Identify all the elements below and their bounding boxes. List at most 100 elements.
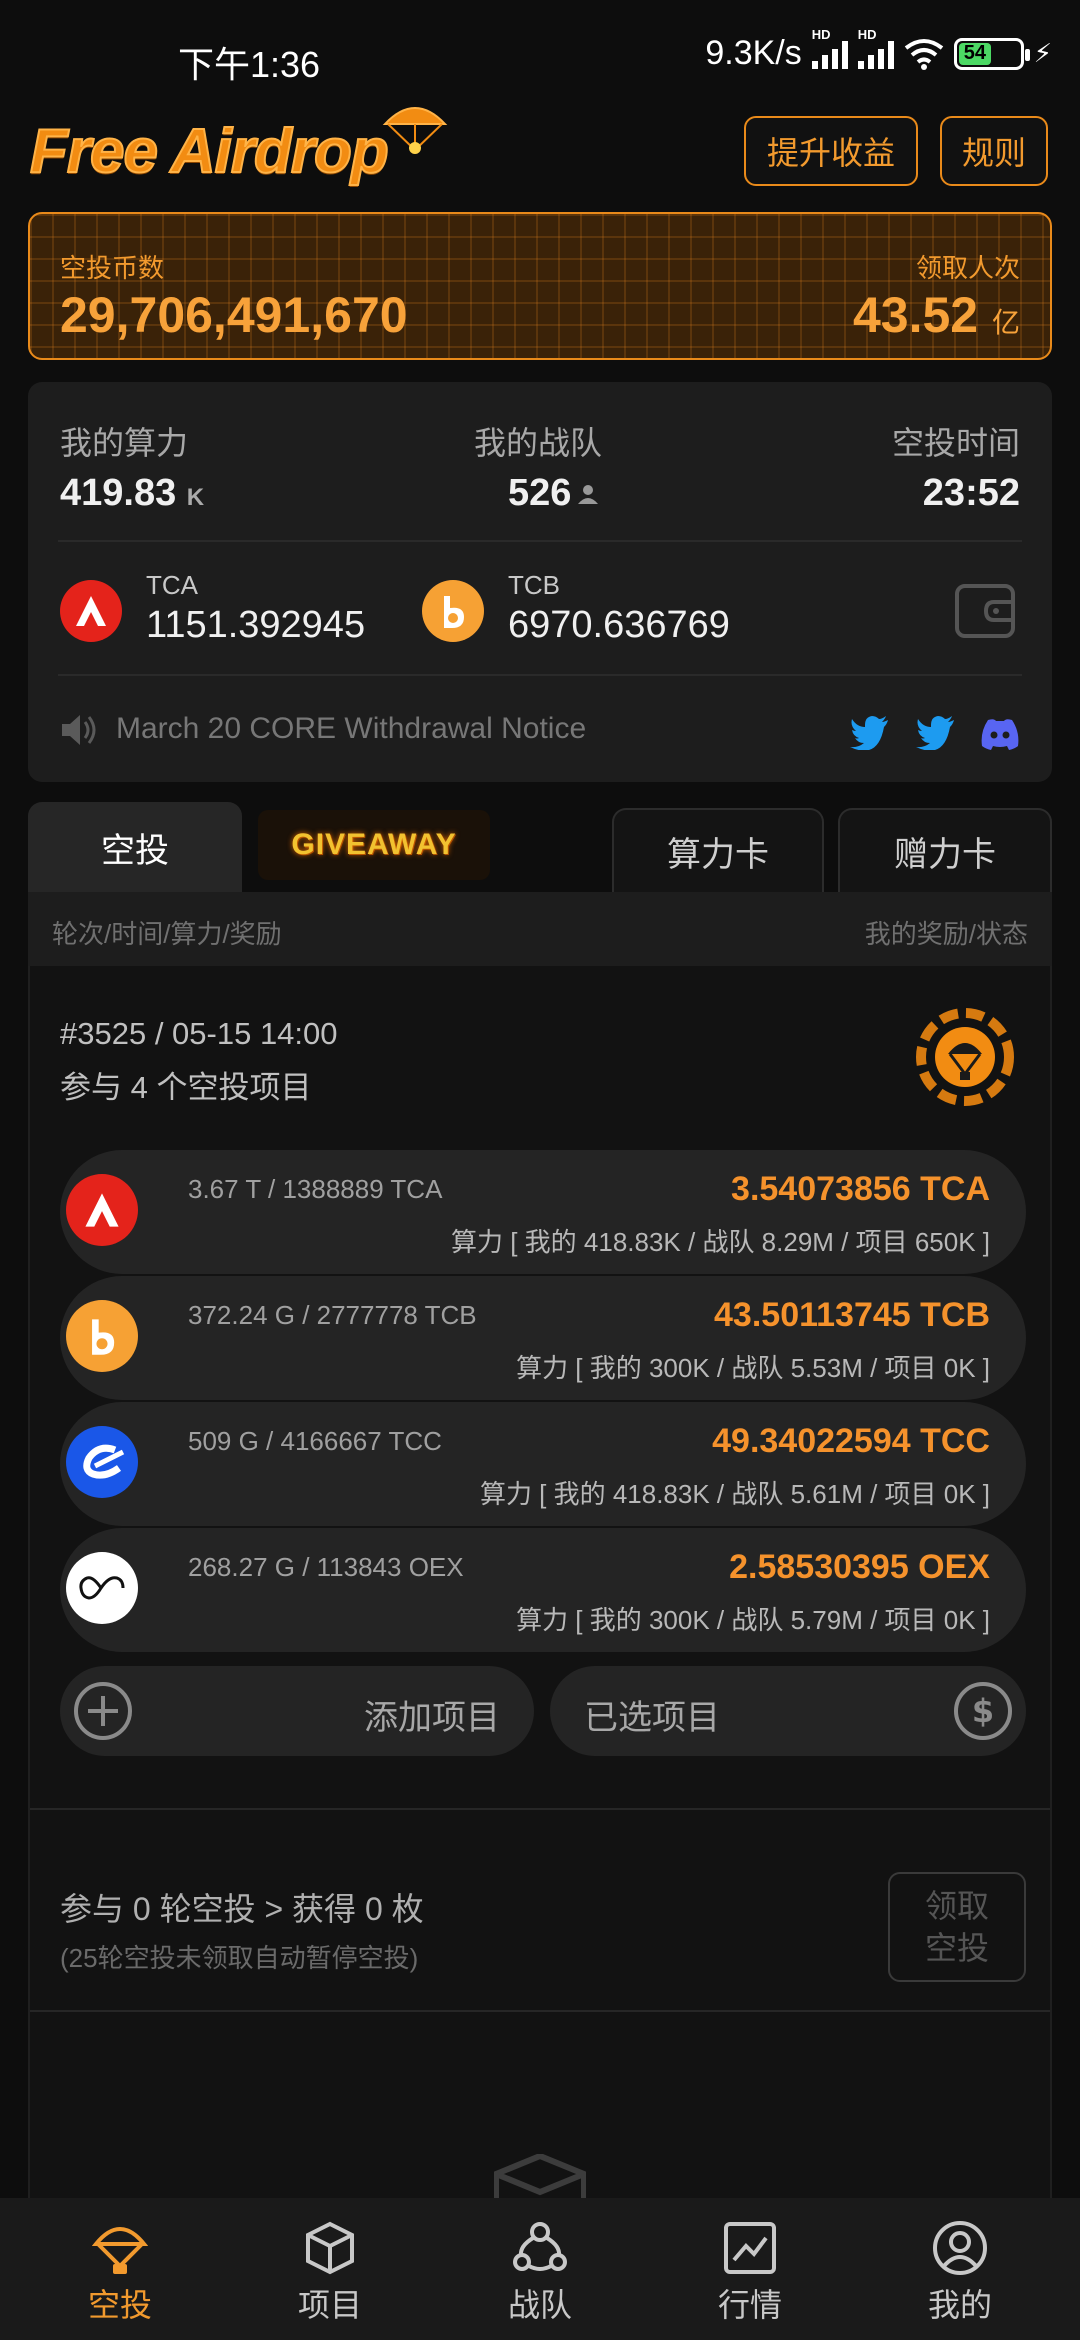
- team-value: 526: [508, 472, 572, 514]
- add-project-button[interactable]: 添加项目: [60, 1666, 534, 1756]
- parachute-logo-icon: [382, 107, 448, 154]
- team-label: 我的战队: [474, 425, 603, 461]
- charging-icon: ⚡: [1033, 38, 1052, 68]
- project-power: 算力 [ 我的 418.83K / 战队 8.29M / 项目 650K ]: [451, 1227, 990, 1257]
- claim-button-label: 领取 空投: [925, 1885, 989, 1969]
- battery-level: 54: [958, 42, 992, 65]
- oex-coin-icon: [66, 1552, 138, 1624]
- power-value-wrap: 419.83 K: [60, 472, 204, 515]
- power-value: 419.83: [60, 472, 177, 514]
- account-stats-card: 我的算力 419.83 K 我的战队 526 空投时间 23:52 TCA 11…: [28, 382, 1052, 782]
- list-header-left: 轮次/时间/算力/奖励: [52, 919, 282, 949]
- project-amount: 372.24 G / 2777778 TCB: [188, 1300, 477, 1330]
- claims-unit: 亿: [991, 307, 1020, 338]
- tab-bar: 空投 GIVEAWAY 算力卡 赠力卡: [28, 802, 1052, 892]
- tcb-coin-icon: [66, 1300, 138, 1372]
- twitter-icon[interactable]: [850, 716, 890, 750]
- hd-badge: HD: [811, 26, 831, 42]
- project-row[interactable]: 372.24 G / 2777778 TCB 43.50113745 TCB 算…: [60, 1276, 1026, 1400]
- selected-projects-label: 已选项目: [584, 1699, 720, 1737]
- speaker-icon: [62, 715, 96, 745]
- power-unit: K: [186, 484, 205, 511]
- claim-button-line: 领取: [924, 1888, 989, 1924]
- coins-label: 空投币数: [60, 253, 165, 283]
- discord-icon[interactable]: [980, 718, 1020, 750]
- wallet-icon[interactable]: [954, 580, 1016, 642]
- coins-value: 29,706,491,670: [60, 287, 408, 343]
- nav-label: 战队: [507, 2287, 572, 2323]
- nav-airdrop[interactable]: 空投: [12, 2198, 228, 2340]
- list-header: 轮次/时间/算力/奖励 我的奖励/状态: [28, 892, 1052, 966]
- bottom-navigation: 空投 项目 战队 行情 我的: [0, 2198, 1080, 2340]
- app-logo: Free Airdrop: [29, 96, 470, 196]
- project-amount: 509 G / 4166667 TCC: [188, 1426, 442, 1456]
- tcb-coin-icon: [422, 580, 484, 642]
- claim-button-line: 空投: [924, 1930, 989, 1966]
- tab-airdrop[interactable]: 空投: [28, 802, 242, 892]
- wallet-coin-name: TCA: [146, 570, 198, 600]
- project-reward: 49.34022594 TCC: [712, 1422, 990, 1460]
- nav-label: 行情: [717, 2287, 782, 2323]
- airdrop-gear-icon: [916, 1008, 1014, 1106]
- round-subtitle: 参与 4 个空投项目: [60, 1070, 312, 1105]
- airdrop-time-label: 空投时间: [891, 425, 1020, 461]
- round-title: #3525 / 05-15 14:00: [60, 1016, 338, 1051]
- nav-market[interactable]: 行情: [642, 2198, 858, 2340]
- airdrop-round: #3525 / 05-15 14:00 参与 4 个空投项目 3.67 T / …: [28, 966, 1052, 2206]
- signal-icon: HD: [857, 27, 894, 69]
- claim-airdrop-button[interactable]: 领取 空投: [888, 1872, 1026, 1982]
- user-icon: [933, 2221, 987, 2275]
- claim-summary: 参与 0 轮空投 > 获得 0 枚: [60, 1891, 424, 1927]
- chart-icon: [724, 2222, 776, 2274]
- twitter-icon[interactable]: [916, 716, 956, 750]
- divider: [58, 674, 1022, 676]
- status-bar: 下午1:36 9.3K/s HD HD 54 ⚡: [0, 0, 1080, 95]
- network-speed: 9.3K/s: [705, 34, 802, 72]
- nav-label: 空投: [87, 2287, 152, 2323]
- nav-profile[interactable]: 我的: [852, 2198, 1068, 2340]
- claims-label: 领取人次: [915, 253, 1020, 283]
- plus-circle-icon: [74, 1682, 132, 1740]
- claim-hint: (25轮空投未领取自动暂停空投): [60, 1943, 419, 1973]
- nav-projects[interactable]: 项目: [222, 2198, 438, 2340]
- tab-power-card[interactable]: 算力卡: [612, 808, 824, 892]
- logo-text: Free Airdrop: [29, 116, 390, 187]
- selected-projects-button[interactable]: 已选项目 $: [550, 1666, 1026, 1756]
- withdrawal-notice[interactable]: March 20 CORE Withdrawal Notice: [116, 712, 586, 746]
- tcc-coin-icon: [66, 1426, 138, 1498]
- nav-team[interactable]: 战队: [432, 2198, 648, 2340]
- power-label: 我的算力: [60, 425, 189, 461]
- person-icon: [578, 484, 599, 504]
- tca-coin-icon: [60, 580, 122, 642]
- wallet-coin-name: TCB: [508, 570, 560, 600]
- wallet-coin-balance: 6970.636769: [508, 604, 730, 646]
- project-row[interactable]: 3.67 T / 1388889 TCA 3.54073856 TCA 算力 […: [60, 1150, 1026, 1274]
- team-icon: [513, 2222, 567, 2271]
- boost-earnings-button[interactable]: 提升收益: [744, 116, 918, 186]
- list-header-right: 我的奖励/状态: [864, 919, 1028, 949]
- parachute-icon: [92, 2227, 148, 2274]
- nav-label: 项目: [297, 2287, 362, 2323]
- dollar-circle-icon: $: [954, 1682, 1012, 1740]
- claims-value: 43.52: [852, 287, 979, 343]
- project-row[interactable]: 509 G / 4166667 TCC 49.34022594 TCC 算力 […: [60, 1402, 1026, 1526]
- signal-icon: HD: [811, 27, 848, 69]
- project-power: 算力 [ 我的 300K / 战队 5.79M / 项目 0K ]: [516, 1605, 990, 1635]
- tab-giveaway[interactable]: GIVEAWAY: [258, 810, 490, 880]
- status-indicators: 9.3K/s HD HD 54 ⚡: [705, 27, 1052, 73]
- project-power: 算力 [ 我的 418.83K / 战队 5.61M / 项目 0K ]: [479, 1479, 990, 1509]
- nav-label: 我的: [927, 2287, 992, 2323]
- rules-button[interactable]: 规则: [940, 116, 1048, 186]
- project-row[interactable]: 268.27 G / 113843 OEX 2.58530395 OEX 算力 …: [60, 1528, 1026, 1652]
- divider: [30, 2010, 1050, 2012]
- cube-icon: [306, 2221, 354, 2275]
- battery-icon: 54: [953, 37, 1030, 70]
- claims-value-wrap: 43.52 亿: [853, 286, 1020, 344]
- project-power: 算力 [ 我的 300K / 战队 5.53M / 项目 0K ]: [516, 1353, 990, 1383]
- airdrop-time-value: 23:52: [922, 472, 1020, 514]
- divider: [30, 1808, 1050, 1810]
- status-time: 下午1:36: [178, 44, 321, 85]
- divider: [58, 540, 1022, 542]
- tab-gift-card[interactable]: 赠力卡: [838, 808, 1052, 892]
- project-amount: 3.67 T / 1388889 TCA: [188, 1174, 443, 1204]
